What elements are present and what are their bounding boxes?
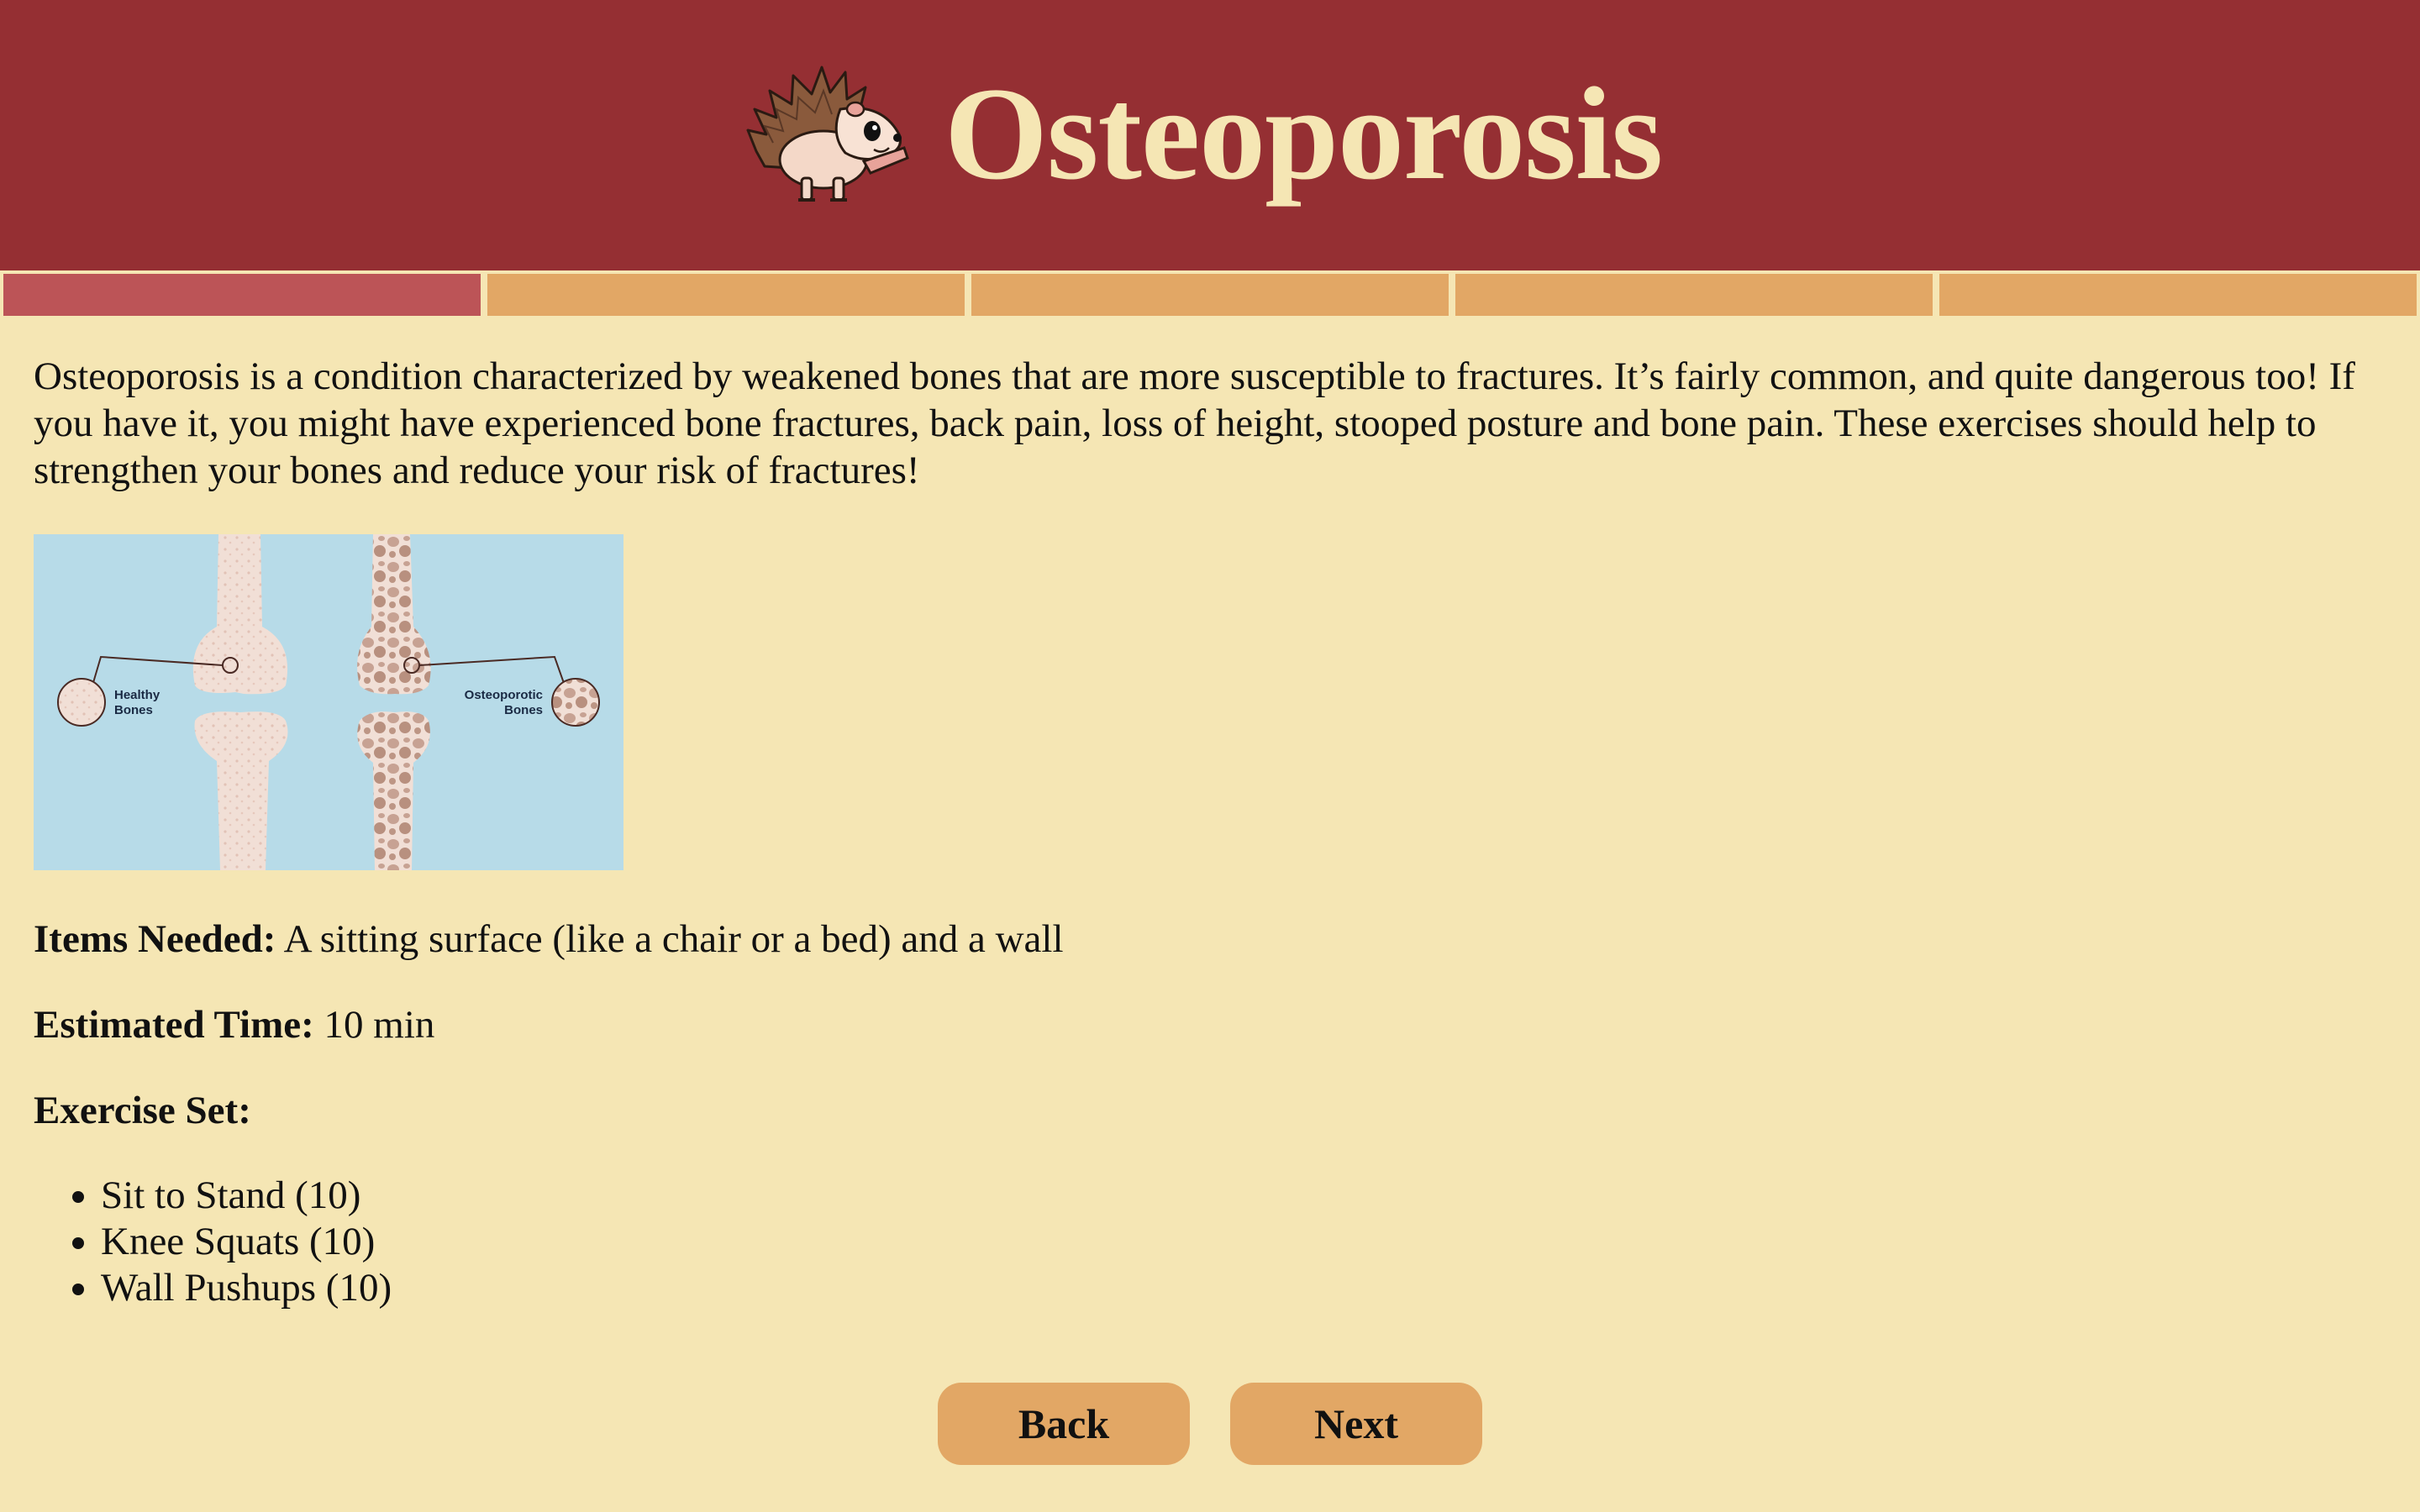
progress-step-2 — [487, 274, 965, 316]
healthy-label-line1: Healthy — [114, 688, 160, 702]
hedgehog-icon — [746, 66, 909, 202]
progress-step-3 — [971, 274, 1449, 316]
exercise-set-label: Exercise Set: — [34, 1089, 251, 1132]
items-needed-label: Items Needed: — [34, 917, 276, 961]
navigation-buttons: Back Next — [0, 1383, 2420, 1465]
list-item: Wall Pushups (10) — [101, 1265, 2386, 1311]
osteo-label-line1: Osteoporotic — [465, 688, 543, 702]
items-needed: Items Needed: A sitting surface (like a … — [34, 916, 2386, 963]
page-title: Osteoporosis — [944, 60, 1663, 207]
page-header: Osteoporosis — [0, 0, 2420, 270]
estimated-time-label: Estimated Time: — [34, 1003, 314, 1047]
back-button[interactable]: Back — [938, 1383, 1190, 1465]
header-brand: Osteoporosis — [739, 42, 1663, 227]
items-needed-value: A sitting surface (like a chair or a bed… — [283, 917, 1064, 961]
next-button[interactable]: Next — [1230, 1383, 1482, 1465]
progress-step-5 — [1939, 274, 2417, 316]
estimated-time-value: 10 min — [324, 1003, 435, 1047]
intro-paragraph: Osteoporosis is a condition characterize… — [34, 354, 2355, 492]
progress-step-1 — [3, 274, 481, 316]
list-item: Knee Squats (10) — [101, 1219, 2386, 1265]
progress-bar — [0, 270, 2420, 319]
main-content: Osteoporosis is a condition characterize… — [34, 353, 2386, 1311]
list-item: Sit to Stand (10) — [101, 1173, 2386, 1219]
exercise-list: Sit to Stand (10) Knee Squats (10) Wall … — [34, 1173, 2386, 1311]
healthy-label-line2: Bones — [114, 703, 153, 717]
estimated-time: Estimated Time: 10 min — [34, 1001, 2386, 1048]
exercise-set: Exercise Set: — [34, 1087, 2386, 1134]
bone-illustration: Healthy Bones Osteoporotic Bones — [34, 534, 623, 870]
progress-step-4 — [1455, 274, 1933, 316]
osteo-label-line2: Bones — [504, 703, 543, 717]
